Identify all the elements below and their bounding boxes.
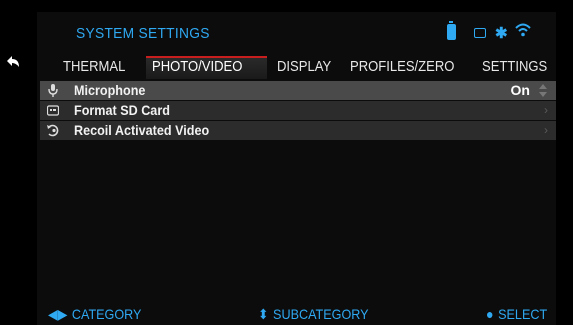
category-label: CATEGORY bbox=[71, 306, 142, 322]
tab-settings[interactable]: SETTINGS bbox=[482, 55, 547, 79]
row-label: Microphone bbox=[74, 82, 146, 98]
microphone-icon bbox=[48, 84, 58, 97]
row-label: Recoil Activated Video bbox=[74, 122, 210, 138]
screen: SYSTEM SETTINGS ✱ THERMAL PHOTO/VIDEO DI… bbox=[0, 0, 573, 325]
page-title: SYSTEM SETTINGS bbox=[76, 25, 210, 42]
wifi-icon bbox=[515, 23, 531, 37]
settings-list: Microphone On Format SD Card › Recoil Ac bbox=[40, 81, 556, 141]
chevron-right-icon: › bbox=[544, 123, 548, 137]
up-down-arrows-icon[interactable] bbox=[538, 83, 548, 98]
footer-select-hint: ● SELECT bbox=[486, 305, 547, 323]
select-label: SELECT bbox=[498, 306, 548, 322]
battery-icon bbox=[447, 21, 456, 42]
row-value: On bbox=[510, 82, 530, 98]
sd-card-icon bbox=[47, 105, 59, 116]
list-item-format-sd-card[interactable]: Format SD Card › bbox=[40, 101, 556, 120]
bluetooth-icon: ✱ bbox=[495, 25, 508, 42]
chevron-right-icon: › bbox=[544, 103, 548, 117]
up-down-arrows-icon: ⬍ bbox=[258, 306, 269, 322]
subcategory-label: SUBCATEGORY bbox=[273, 306, 369, 322]
footer-subcategory-hint: ⬍ SUBCATEGORY bbox=[258, 305, 369, 323]
back-arrow-icon[interactable] bbox=[6, 55, 20, 69]
left-right-arrows-icon: ◀▶ bbox=[48, 306, 68, 322]
footer-category-hint: ◀▶ CATEGORY bbox=[48, 305, 141, 323]
list-item-microphone[interactable]: Microphone On bbox=[40, 81, 556, 100]
select-dot-icon: ● bbox=[486, 306, 494, 322]
tab-profiles-zero[interactable]: PROFILES/ZERO bbox=[350, 55, 454, 79]
sd-card-status-icon bbox=[474, 28, 486, 38]
list-item-recoil-activated-video[interactable]: Recoil Activated Video › bbox=[40, 121, 556, 140]
tab-thermal[interactable]: THERMAL bbox=[63, 55, 125, 79]
tab-photo-video[interactable]: PHOTO/VIDEO bbox=[152, 55, 242, 79]
recoil-video-icon bbox=[47, 124, 59, 137]
row-label: Format SD Card bbox=[74, 102, 170, 118]
tab-display[interactable]: DISPLAY bbox=[277, 55, 331, 79]
category-tabs: THERMAL PHOTO/VIDEO DISPLAY PROFILES/ZER… bbox=[40, 55, 556, 79]
